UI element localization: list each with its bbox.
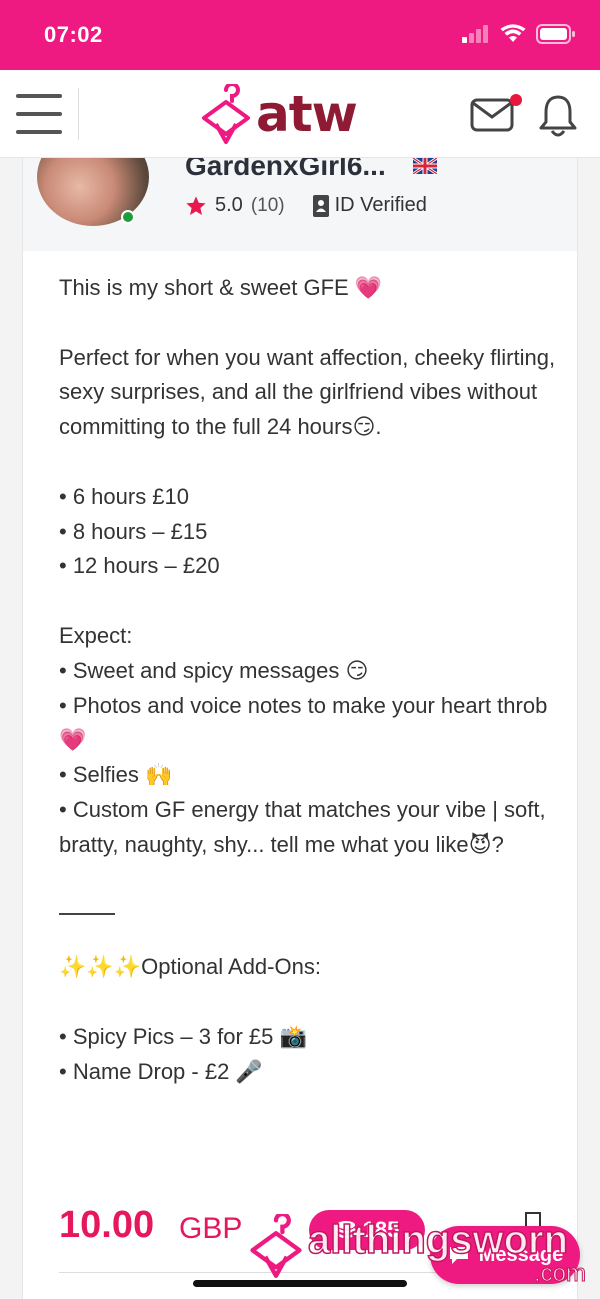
uk-flag-icon [413, 158, 437, 174]
description-intro: This is my short & sweet GFE 💗 [59, 275, 383, 300]
description-perfect-for: Perfect for when you want affection, che… [59, 344, 556, 440]
id-verified-badge: ID Verified [312, 194, 427, 217]
star-icon [186, 195, 206, 215]
expect-item: • Sweet and spicy messages 😏 [59, 657, 369, 683]
battery-icon [536, 24, 575, 44]
online-status-dot [121, 210, 135, 224]
expect-item: • Custom GF energy that matches your vib… [59, 796, 546, 857]
site-logo[interactable]: atw [200, 82, 358, 146]
header-divider [78, 88, 79, 140]
price-amount: 10.00 [59, 1204, 155, 1246]
listing-content: GardenxGirl6... 5.0 (10) ID Verified Thi… [22, 158, 578, 1299]
id-verified-label: ID Verified [334, 194, 427, 216]
price-currency: GBP [179, 1212, 243, 1245]
menu-icon[interactable] [16, 94, 62, 134]
notifications-button[interactable] [538, 94, 578, 138]
coins-icon [335, 1221, 356, 1239]
mail-button[interactable] [470, 94, 522, 134]
expect-heading: Expect: [59, 622, 133, 648]
id-card-icon [312, 194, 329, 217]
expect-item: • Selfies 🙌 [59, 762, 173, 788]
rating-row: 5.0 (10) ID Verified [185, 194, 427, 217]
hanger-logo-icon [202, 84, 250, 144]
rating-value: 5.0 [215, 194, 243, 216]
duration-option: • 8 hours – £15 [59, 518, 208, 544]
wifi-icon [500, 24, 526, 42]
app-header: atw [0, 70, 600, 158]
home-indicator[interactable] [193, 1280, 407, 1287]
rating-count[interactable]: (10) [251, 195, 285, 217]
status-time: 07:02 [44, 22, 103, 47]
listing-description: This is my short & sweet GFE 💗 Perfect f… [59, 271, 559, 1089]
addon-item: • Spicy Pics – 3 for £5 📸 [59, 1023, 307, 1049]
seller-profile[interactable]: GardenxGirl6... 5.0 (10) ID Verified [23, 158, 577, 251]
message-button[interactable]: Message [430, 1226, 580, 1284]
chat-icon [449, 1247, 468, 1264]
mail-icon [470, 98, 514, 132]
cellular-signal-icon [462, 25, 488, 43]
notification-dot [510, 94, 522, 106]
status-bar: 07:02 [0, 0, 600, 70]
bell-icon [539, 95, 577, 137]
message-button-label: Message [478, 1243, 564, 1266]
seller-username[interactable]: GardenxGirl6... [185, 158, 386, 182]
coins-badge[interactable]: 185 [309, 1210, 425, 1250]
coins-value: 185 [362, 1217, 400, 1242]
logo-text: atw [256, 85, 358, 143]
addons-heading: ✨✨✨Optional Add-Ons: [59, 954, 321, 980]
addon-item: • Name Drop - £2 🎤 [59, 1058, 263, 1084]
duration-option: • 6 hours £10 [59, 483, 190, 509]
duration-option: • 12 hours – £20 [59, 553, 220, 579]
expect-item: • Photos and voice notes to make your he… [59, 692, 548, 753]
status-icons [462, 24, 576, 44]
